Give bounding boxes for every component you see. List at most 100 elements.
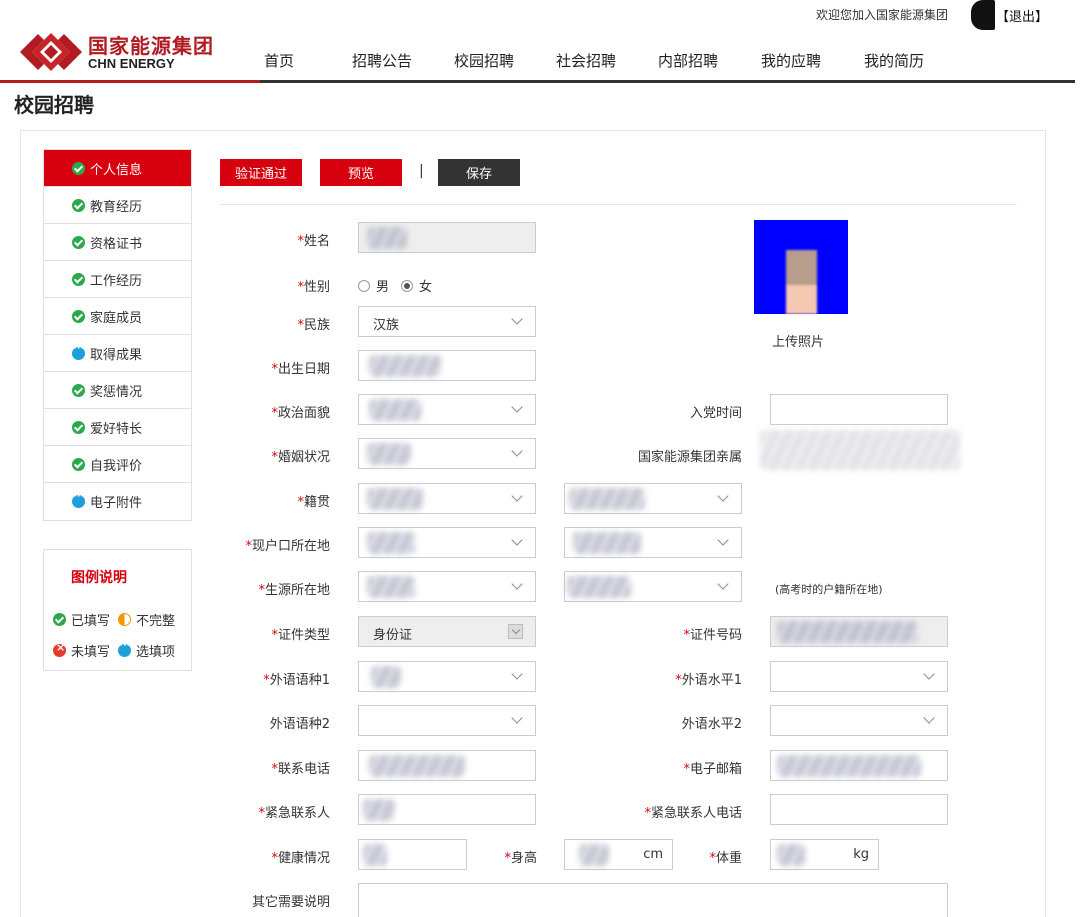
id-number-label: *证件号码 bbox=[683, 628, 742, 643]
gender-label: *性别 bbox=[297, 280, 330, 295]
sidebar-item-certificates[interactable]: 资格证书 bbox=[44, 224, 191, 261]
filled-check-icon bbox=[72, 198, 85, 212]
lang-level1-label: *外语水平1 bbox=[675, 673, 742, 688]
gender-female-radio[interactable]: 女 bbox=[401, 276, 432, 295]
chevron-down-icon bbox=[511, 445, 523, 457]
nav-internal[interactable]: 内部招聘 bbox=[658, 50, 718, 71]
id-number-field[interactable] bbox=[770, 616, 948, 647]
chevron-down-icon bbox=[511, 578, 523, 590]
political-status-select[interactable] bbox=[358, 394, 536, 425]
phone-field[interactable] bbox=[358, 750, 536, 781]
optional-dots-icon bbox=[72, 343, 85, 360]
hukou-province-select[interactable] bbox=[358, 527, 536, 558]
lang-level2-label: 外语水平2 bbox=[681, 717, 742, 732]
weight-label: *体重 bbox=[709, 851, 742, 866]
filled-check-icon bbox=[72, 420, 85, 434]
native-place-label: *籍贯 bbox=[297, 495, 330, 510]
weight-field[interactable]: kg bbox=[770, 839, 879, 870]
student-origin-province-select[interactable] bbox=[358, 571, 536, 602]
birth-date-label: *出生日期 bbox=[271, 362, 330, 377]
height-label: *身高 bbox=[504, 851, 537, 866]
profile-photo[interactable] bbox=[754, 220, 848, 314]
user-avatar[interactable] bbox=[971, 0, 995, 30]
nav-my-resume[interactable]: 我的简历 bbox=[864, 50, 924, 71]
sidebar-item-education[interactable]: 教育经历 bbox=[44, 187, 191, 224]
page-title: 校园招聘 bbox=[14, 93, 94, 117]
emergency-contact-field[interactable] bbox=[358, 794, 536, 825]
sidebar-item-label: 爱好特长 bbox=[90, 421, 143, 437]
filled-check-icon bbox=[72, 309, 85, 323]
sidebar-item-label: 个人信息 bbox=[90, 162, 143, 178]
emergency-phone-label: *紧急联系人电话 bbox=[644, 806, 742, 821]
sidebar-item-personal-info[interactable]: 个人信息 bbox=[44, 150, 191, 187]
upload-photo-link[interactable]: 上传照片 bbox=[772, 331, 824, 350]
sidebar-item-label: 电子附件 bbox=[90, 496, 143, 511]
ethnicity-select[interactable]: 汉族 bbox=[358, 306, 536, 337]
email-field[interactable] bbox=[770, 750, 948, 781]
sidebar-item-rewards[interactable]: 奖惩情况 bbox=[44, 372, 191, 409]
filled-check-icon bbox=[72, 272, 85, 286]
sidebar-item-achievements[interactable]: 取得成果 bbox=[44, 335, 191, 372]
verify-button[interactable]: 验证通过 bbox=[220, 159, 302, 186]
filled-check-icon bbox=[53, 613, 66, 626]
chevron-down-icon bbox=[511, 313, 523, 325]
hukou-city-select[interactable] bbox=[564, 527, 742, 558]
legend-unfilled: 未填写 bbox=[71, 645, 111, 660]
chevron-down-icon bbox=[923, 668, 935, 680]
unfilled-x-icon bbox=[53, 641, 66, 657]
native-place-province-select[interactable] bbox=[358, 483, 536, 514]
lang-level2-select[interactable] bbox=[770, 705, 948, 736]
name-field[interactable] bbox=[358, 222, 536, 253]
sidebar-item-label: 工作经历 bbox=[90, 273, 143, 289]
lang1-select[interactable] bbox=[358, 661, 536, 692]
optional-dots-icon bbox=[118, 640, 132, 657]
native-place-city-select[interactable] bbox=[564, 483, 742, 514]
legend-incomplete: 不完整 bbox=[136, 614, 176, 629]
lang2-label: 外语语种2 bbox=[269, 717, 330, 732]
chevron-down-icon bbox=[923, 712, 935, 724]
lang2-select[interactable] bbox=[358, 705, 536, 736]
student-origin-city-select[interactable] bbox=[564, 571, 742, 602]
nav-underline bbox=[0, 80, 1075, 83]
chevron-down-icon bbox=[511, 712, 523, 724]
marital-status-select[interactable] bbox=[358, 438, 536, 469]
filled-check-icon bbox=[72, 161, 85, 175]
sidebar-item-work-experience[interactable]: 工作经历 bbox=[44, 261, 191, 298]
sidebar-item-family[interactable]: 家庭成员 bbox=[44, 298, 191, 335]
lang-level1-select[interactable] bbox=[770, 661, 948, 692]
origin-note: (高考时的户籍所在地) bbox=[775, 583, 883, 596]
sidebar-item-attachments[interactable]: 电子附件 bbox=[44, 483, 191, 520]
email-label: *电子邮箱 bbox=[683, 762, 742, 777]
main-nav: 首页 招聘公告 校园招聘 社会招聘 内部招聘 我的应聘 我的简历 bbox=[0, 50, 1080, 80]
relative-label: 国家能源集团亲属 bbox=[637, 450, 742, 465]
sidebar-item-label: 奖惩情况 bbox=[90, 384, 143, 400]
chevron-down-icon bbox=[717, 490, 729, 502]
nav-home[interactable]: 首页 bbox=[264, 50, 294, 71]
nav-campus[interactable]: 校园招聘 bbox=[454, 50, 514, 71]
logout-link[interactable]: 【退出】 bbox=[996, 6, 1048, 25]
legend-filled: 已填写 bbox=[71, 614, 111, 629]
gender-male-radio[interactable]: 男 bbox=[358, 276, 389, 295]
birth-date-field[interactable] bbox=[358, 350, 536, 381]
nav-social[interactable]: 社会招聘 bbox=[556, 50, 616, 71]
incomplete-half-icon bbox=[118, 613, 132, 626]
party-join-date-field[interactable] bbox=[770, 394, 948, 425]
chevron-down-icon bbox=[717, 534, 729, 546]
nav-my-applications[interactable]: 我的应聘 bbox=[761, 50, 821, 71]
legend-title: 图例说明 bbox=[71, 570, 127, 586]
id-type-select[interactable]: 身份证 bbox=[358, 616, 536, 647]
nav-announcements[interactable]: 招聘公告 bbox=[352, 50, 412, 71]
save-button[interactable]: 保存 bbox=[438, 159, 520, 186]
chevron-down-icon bbox=[511, 490, 523, 502]
other-notes-textarea[interactable] bbox=[358, 883, 948, 917]
sidebar-item-label: 自我评价 bbox=[90, 458, 143, 474]
sidebar-item-hobbies[interactable]: 爱好特长 bbox=[44, 409, 191, 446]
sidebar-item-label: 家庭成员 bbox=[90, 310, 143, 326]
preview-button[interactable]: 预览 bbox=[320, 159, 402, 186]
action-separator: | bbox=[419, 163, 424, 179]
sidebar-item-self-evaluation[interactable]: 自我评价 bbox=[44, 446, 191, 483]
height-field[interactable]: cm bbox=[564, 839, 673, 870]
emergency-phone-field[interactable] bbox=[770, 794, 948, 825]
health-field[interactable] bbox=[358, 839, 467, 870]
legend-box: 图例说明 已填写 不完整 未填写 选填项 bbox=[43, 549, 192, 671]
